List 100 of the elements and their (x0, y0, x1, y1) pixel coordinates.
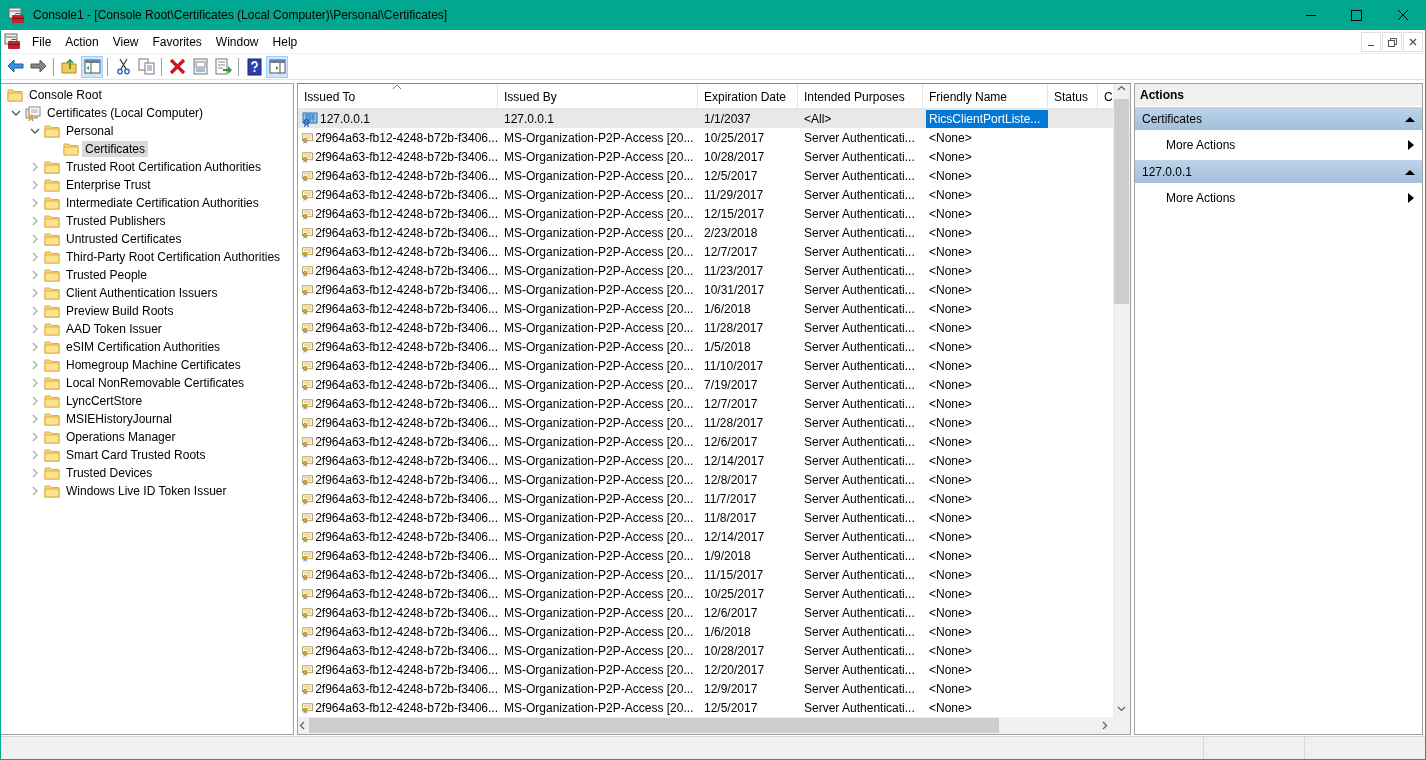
table-cell: 2f964a63-fb12-4248-b72b-f3406... (315, 662, 498, 677)
tree-item[interactable]: AAD Token Issuer (63, 321, 165, 337)
table-row[interactable]: 2f964a63-fb12-4248-b72b-f3406... MS-Organization-P2P-Access [20... 12/9/2017 Server Authenticati... <None> (298, 679, 1113, 698)
table-row[interactable]: 2f964a63-fb12-4248-b72b-f3406... MS-Organization-P2P-Access [20... 12/20/2017 Server Authenticati... <None> (298, 660, 1113, 679)
table-row[interactable]: 2f964a63-fb12-4248-b72b-f3406... MS-Organization-P2P-Access [20... 10/28/2017 Server Authenticati... <None> (298, 147, 1113, 166)
vertical-scrollbar[interactable] (1113, 84, 1130, 717)
tree-item[interactable]: Intermediate Certification Authorities (63, 195, 262, 211)
scroll-down-icon[interactable] (1116, 704, 1127, 713)
table-row[interactable]: 2f964a63-fb12-4248-b72b-f3406... MS-Organization-P2P-Access [20... 12/14/2017 Server Authenticati... <None> (298, 451, 1113, 470)
table-cell: 2f964a63-fb12-4248-b72b-f3406... (315, 149, 498, 164)
scroll-up-icon[interactable] (1116, 84, 1127, 93)
table-row[interactable]: 2f964a63-fb12-4248-b72b-f3406... MS-Organization-P2P-Access [20... 1/5/2018 Server Authenticati... <None> (298, 337, 1113, 356)
table-row[interactable]: 127.0.0.1 127.0.0.1 1/1/2037 <All> RicsClientPortListe... (298, 109, 1113, 128)
table-row[interactable]: 2f964a63-fb12-4248-b72b-f3406... MS-Organization-P2P-Access [20... 10/25/2017 Server Authenticati... <None> (298, 584, 1113, 603)
table-row[interactable]: 2f964a63-fb12-4248-b72b-f3406... MS-Organization-P2P-Access [20... 1/9/2018 Server Authenticati... <None> (298, 546, 1113, 565)
menu-item[interactable]: Help (265, 32, 305, 51)
tree-item[interactable]: Trusted Root Certification Authorities (63, 159, 264, 175)
actions-section-header[interactable]: 127.0.0.1 (1135, 160, 1422, 183)
table-cell: 2f964a63-fb12-4248-b72b-f3406... (315, 187, 498, 202)
tree-item[interactable]: Windows Live ID Token Issuer (63, 483, 230, 499)
table-row[interactable]: 2f964a63-fb12-4248-b72b-f3406... MS-Organization-P2P-Access [20... 1/6/2018 Server Authenticati... <None> (298, 299, 1113, 318)
table-row[interactable]: 2f964a63-fb12-4248-b72b-f3406... MS-Organization-P2P-Access [20... 12/5/2017 Server Authenticati... <None> (298, 698, 1113, 717)
app-icon (4, 33, 21, 50)
tree-item[interactable]: Local NonRemovable Certificates (63, 375, 248, 391)
tree-item[interactable]: Trusted Devices (63, 465, 156, 481)
table-cell: 2f964a63-fb12-4248-b72b-f3406... (315, 453, 498, 468)
tree-item[interactable]: eSIM Certification Authorities (63, 339, 224, 355)
tree-item[interactable]: Console Root (26, 87, 105, 103)
menu-item[interactable]: File (25, 32, 59, 51)
scroll-left-icon[interactable] (298, 720, 307, 731)
table-cell-text: <None> (928, 642, 973, 660)
table-row[interactable]: 2f964a63-fb12-4248-b72b-f3406... MS-Organization-P2P-Access [20... 10/28/2017 Server Authenticati... <None> (298, 641, 1113, 660)
horizontal-scrollbar[interactable] (298, 717, 1113, 734)
tree-item[interactable]: Certificates (82, 141, 149, 157)
collapse-triangle-icon[interactable] (1405, 115, 1415, 122)
table-row[interactable]: 2f964a63-fb12-4248-b72b-f3406... MS-Organization-P2P-Access [20... 12/7/2017 Server Authenticati... <None> (298, 394, 1113, 413)
tree-item[interactable]: MSIEHistoryJournal (63, 411, 176, 427)
tree-item[interactable]: Homegroup Machine Certificates (63, 357, 244, 373)
table-row[interactable]: 2f964a63-fb12-4248-b72b-f3406... MS-Organization-P2P-Access [20... 12/5/2017 Server Authenticati... <None> (298, 166, 1113, 185)
table-cell-text: <None> (928, 547, 973, 565)
tree-item[interactable]: Trusted Publishers (63, 213, 169, 229)
tree-item[interactable]: Third-Party Root Certification Authorities (63, 249, 284, 265)
table-cell-text: <None> (928, 433, 973, 451)
restore-icon[interactable] (1382, 31, 1402, 52)
chevron-down-icon[interactable] (10, 108, 21, 118)
tree-item[interactable]: Operations Manager (63, 429, 179, 445)
table-cell-text: <None> (928, 699, 973, 717)
table-row[interactable]: 2f964a63-fb12-4248-b72b-f3406... MS-Organization-P2P-Access [20... 12/8/2017 Server Authenticati... <None> (298, 470, 1113, 489)
column-header[interactable]: Intended Purposes (798, 84, 923, 108)
table-cell: Server Authenticati... (804, 130, 915, 145)
table-row[interactable]: 2f964a63-fb12-4248-b72b-f3406... MS-Organization-P2P-Access [20... 11/10/2017 Server Authenticati... <None> (298, 356, 1113, 375)
tree-item[interactable]: Certificates (Local Computer) (44, 105, 207, 121)
close-icon[interactable] (1403, 31, 1423, 52)
table-row[interactable]: 2f964a63-fb12-4248-b72b-f3406... MS-Organization-P2P-Access [20... 12/6/2017 Server Authenticati... <None> (298, 603, 1113, 622)
collapse-triangle-icon[interactable] (1405, 168, 1415, 175)
table-row[interactable]: 2f964a63-fb12-4248-b72b-f3406... MS-Organization-P2P-Access [20... 11/7/2017 Server Authenticati... <None> (298, 489, 1113, 508)
menu-item[interactable]: Action (58, 32, 106, 51)
table-row[interactable]: 2f964a63-fb12-4248-b72b-f3406... MS-Organization-P2P-Access [20... 11/28/2017 Server Authenticati... <None> (298, 318, 1113, 337)
table-cell: 2f964a63-fb12-4248-b72b-f3406... (315, 282, 498, 297)
table-row[interactable]: 2f964a63-fb12-4248-b72b-f3406... MS-Organization-P2P-Access [20... 10/31/2017 Server Authenticati... <None> (298, 280, 1113, 299)
table-row[interactable]: 2f964a63-fb12-4248-b72b-f3406... MS-Organization-P2P-Access [20... 10/25/2017 Server Authenticati... <None> (298, 128, 1113, 147)
tree-item[interactable]: Smart Card Trusted Roots (63, 447, 209, 463)
tree-item[interactable]: Untrusted Certificates (63, 231, 185, 247)
scroll-right-icon[interactable] (1100, 720, 1109, 731)
table-cell-text: <None> (928, 167, 973, 185)
column-header[interactable]: Friendly Name (923, 84, 1048, 108)
tree-item[interactable]: Preview Build Roots (63, 303, 177, 319)
column-header[interactable]: Status (1048, 84, 1098, 108)
table-row[interactable]: 2f964a63-fb12-4248-b72b-f3406... MS-Organization-P2P-Access [20... 11/8/2017 Server Authenticati... <None> (298, 508, 1113, 527)
table-row[interactable]: 2f964a63-fb12-4248-b72b-f3406... MS-Organization-P2P-Access [20... 1/6/2018 Server Authenticati... <None> (298, 622, 1113, 641)
menu-item[interactable]: Window (208, 32, 266, 51)
table-row[interactable]: 2f964a63-fb12-4248-b72b-f3406... MS-Organization-P2P-Access [20... 12/6/2017 Server Authenticati... <None> (298, 432, 1113, 451)
table-cell: Server Authenticati... (804, 358, 915, 373)
table-row[interactable]: 2f964a63-fb12-4248-b72b-f3406... MS-Organization-P2P-Access [20... 11/23/2017 Server Authenticati... <None> (298, 261, 1113, 280)
menu-item[interactable]: Favorites (145, 32, 209, 51)
tree-item[interactable]: Personal (63, 123, 117, 139)
actions-section-header[interactable]: Certificates (1135, 107, 1422, 130)
tree-item[interactable]: Client Authentication Issuers (63, 285, 221, 301)
menu-item[interactable]: View (105, 32, 146, 51)
table-row[interactable]: 2f964a63-fb12-4248-b72b-f3406... MS-Organization-P2P-Access [20... 11/29/2017 Server Authenticati... <None> (298, 185, 1113, 204)
table-row[interactable]: 2f964a63-fb12-4248-b72b-f3406... MS-Organization-P2P-Access [20... 12/7/2017 Server Authenticati... <None> (298, 242, 1113, 261)
column-header[interactable]: Expiration Date (698, 84, 798, 108)
table-row[interactable]: 2f964a63-fb12-4248-b72b-f3406... MS-Organization-P2P-Access [20... 11/28/2017 Server Authenticati... <None> (298, 413, 1113, 432)
action-item[interactable]: More Actions (1135, 183, 1422, 213)
table-cell-text: <None> (928, 338, 973, 356)
tree-item[interactable]: Trusted People (63, 267, 150, 283)
table-row[interactable]: 2f964a63-fb12-4248-b72b-f3406... MS-Organization-P2P-Access [20... 7/19/2017 Server Authenticati... <None> (298, 375, 1113, 394)
table-row[interactable]: 2f964a63-fb12-4248-b72b-f3406... MS-Organization-P2P-Access [20... 2/23/2018 Server Authenticati... <None> (298, 223, 1113, 242)
table-row[interactable]: 2f964a63-fb12-4248-b72b-f3406... MS-Organization-P2P-Access [20... 12/15/2017 Server Authenticati... <None> (298, 204, 1113, 223)
table-row[interactable]: 2f964a63-fb12-4248-b72b-f3406... MS-Organization-P2P-Access [20... 12/14/2017 Server Authenticati... <None> (298, 527, 1113, 546)
tree-item[interactable]: LyncCertStore (63, 393, 146, 409)
table-row[interactable]: 2f964a63-fb12-4248-b72b-f3406... MS-Organization-P2P-Access [20... 11/15/2017 Server Authenticati... <None> (298, 565, 1113, 584)
table-cell: 2f964a63-fb12-4248-b72b-f3406... (315, 548, 498, 563)
action-item[interactable]: More Actions (1135, 130, 1422, 160)
table-cell: MS-Organization-P2P-Access [20... (504, 301, 694, 316)
column-header[interactable]: Issued By (498, 84, 698, 108)
tree-item[interactable]: Enterprise Trust (63, 177, 154, 193)
table-cell: 10/31/2017 (704, 282, 765, 297)
chevron-down-icon[interactable] (29, 126, 40, 136)
column-header[interactable]: Issued To (298, 84, 498, 108)
